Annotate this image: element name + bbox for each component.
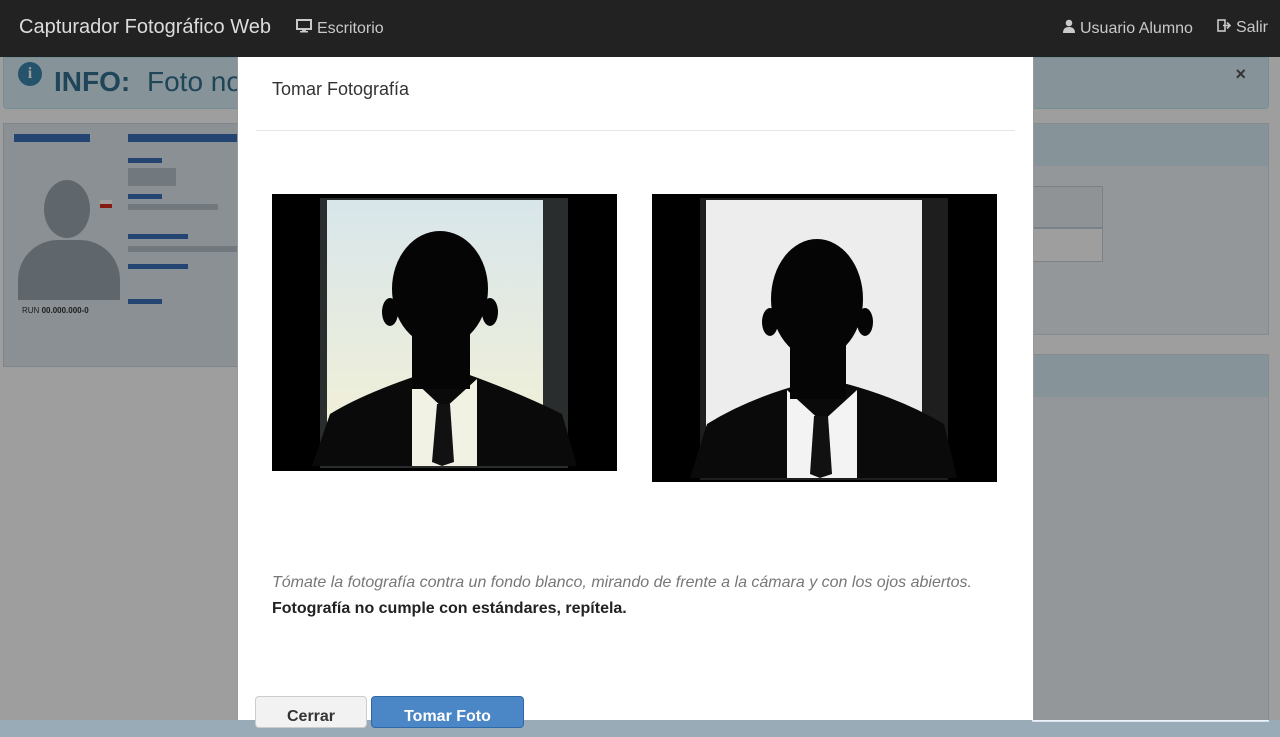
nav-desktop-label: Escritorio [317, 19, 384, 37]
close-button[interactable]: Cerrar [255, 696, 367, 728]
example-photo-reference [652, 194, 997, 482]
nav-user-label: Usuario Alumno [1080, 19, 1193, 37]
modal-title: Tomar Fotografía [272, 79, 410, 99]
sign-out-icon [1217, 19, 1232, 37]
monitor-icon [296, 19, 312, 38]
app-brand[interactable]: Capturador Fotográfico Web [19, 16, 271, 39]
user-icon [1063, 19, 1075, 38]
take-photo-button[interactable]: Tomar Foto [371, 696, 524, 728]
nav-desktop-link[interactable]: Escritorio [296, 19, 384, 38]
nav-user-link[interactable]: Usuario Alumno [1063, 19, 1193, 38]
divider [256, 130, 1015, 131]
example-photo-incorrect [272, 194, 617, 471]
nav-exit-link[interactable]: Salir [1217, 19, 1268, 37]
photo-instructions: Tómate la fotografía contra un fondo bla… [272, 574, 972, 591]
top-navbar: Capturador Fotográfico Web Escritorio Us… [0, 0, 1280, 57]
take-photo-modal: Tomar Fotografía Tómate la fotografía co… [237, 57, 1034, 728]
nav-exit-label: Salir [1236, 19, 1269, 36]
validation-error: Fotografía no cumple con estándares, rep… [272, 600, 627, 617]
